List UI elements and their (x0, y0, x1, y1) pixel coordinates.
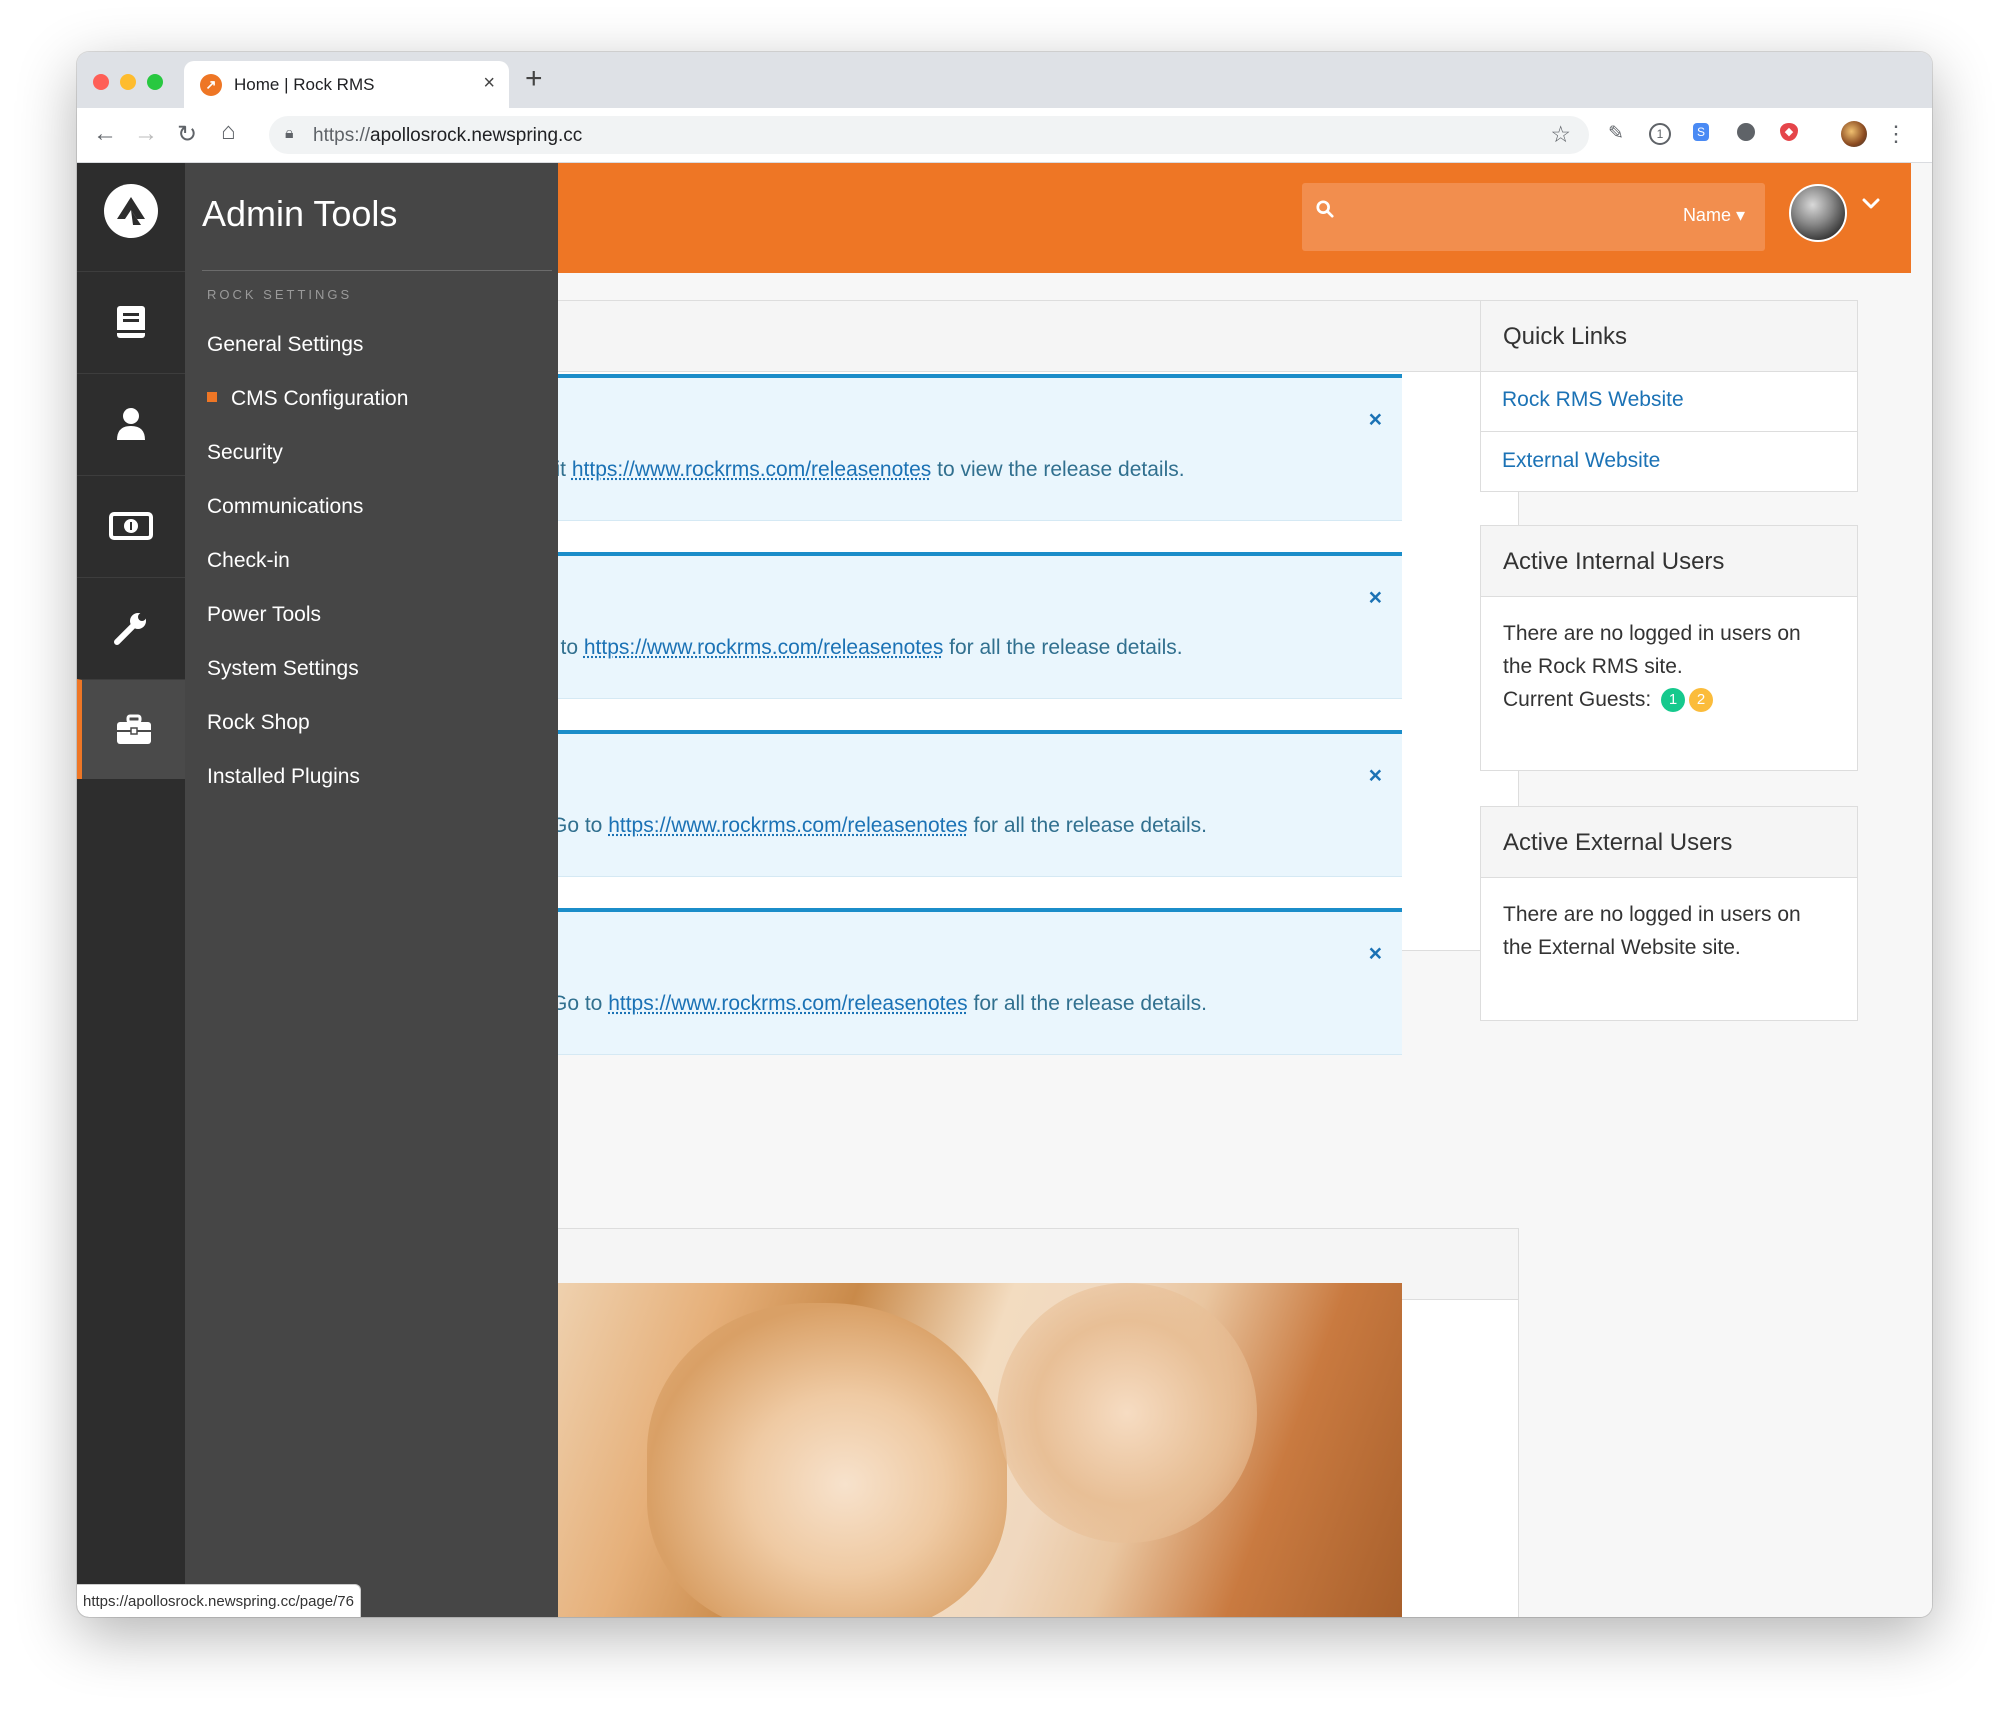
search-type-dropdown[interactable]: Name ▾ (1683, 205, 1745, 226)
bookmark-star-icon[interactable]: ☆ (1550, 121, 1571, 148)
active-internal-users-heading: Active Internal Users (1481, 526, 1857, 597)
alert-message: Go to https://www.rockrms.com/releasenot… (551, 814, 1207, 837)
alert-message: sit https://www.rockrms.com/releasenotes… (545, 458, 1185, 481)
sidebar-item-people[interactable] (77, 373, 185, 474)
search-icon (1316, 200, 1334, 218)
release-alert: × » to https://www.rockrms.com/releaseno… (543, 552, 1402, 699)
quick-links-panel: Quick Links Rock RMS Website External We… (1480, 300, 1858, 492)
guest-count-badge: 1 (1661, 688, 1686, 713)
person-illustration (997, 1283, 1257, 1543)
tab-strip: ↗ Home | Rock RMS × + (77, 52, 1932, 108)
onepassword-extension-icon[interactable]: 1 (1649, 123, 1671, 145)
sidebar-item-finance[interactable] (77, 475, 185, 576)
quick-links-heading: Quick Links (1481, 301, 1857, 372)
quick-link-external[interactable]: External Website (1481, 431, 1857, 490)
rock-logo-icon[interactable] (103, 183, 159, 239)
quick-link-rock-rms[interactable]: Rock RMS Website (1481, 371, 1857, 429)
active-internal-users-panel: Active Internal Users There are no logge… (1480, 525, 1858, 771)
release-notes-link[interactable]: https://www.rockrms.com/releasenotes (572, 458, 931, 481)
sidebar-item-system-settings[interactable]: System Settings (207, 657, 359, 681)
section-label: ROCK SETTINGS (207, 287, 353, 302)
release-notes-link[interactable]: https://www.rockrms.com/releasenotes (608, 814, 967, 837)
lock-icon: 🔒︎ (285, 125, 294, 142)
person-illustration (647, 1303, 1007, 1617)
sidebar-item-installed-plugins[interactable]: Installed Plugins (207, 765, 360, 789)
home-icon[interactable]: ⌂ (221, 118, 236, 146)
release-alert: × Go to https://www.rockrms.com/releasen… (547, 908, 1402, 1055)
sidebar-icon-bar (77, 163, 185, 1617)
maximize-window-button[interactable] (147, 74, 163, 90)
sidebar-item-rock-shop[interactable]: Rock Shop (207, 711, 310, 735)
search-input[interactable]: Name ▾ (1302, 183, 1765, 251)
avatar[interactable] (1789, 184, 1847, 242)
wrench-icon (114, 613, 146, 645)
sidebar-item-general-settings[interactable]: General Settings (207, 333, 363, 357)
sidebar-item-communications[interactable]: Communications (207, 495, 363, 519)
sidebar-item-power-tools[interactable]: Power Tools (207, 603, 321, 627)
sidebar-item-admin-tools[interactable] (77, 679, 185, 779)
close-icon[interactable]: × (1369, 406, 1382, 433)
flyout-divider (202, 270, 552, 271)
s-extension-icon[interactable]: S (1693, 123, 1709, 141)
flyout-title: Admin Tools (202, 193, 398, 234)
browser-toolbar: ← → ↻ ⌂ 🔒︎ https://apollosrock.newspring… (77, 108, 1932, 163)
status-bar-url: https://apollosrock.newspring.cc/page/76 (77, 1584, 361, 1617)
briefcase-icon (116, 714, 151, 744)
book-icon (117, 306, 145, 338)
shield-extension-icon[interactable]: ◆ (1780, 123, 1798, 141)
sidebar-item-security[interactable]: Security (207, 441, 283, 465)
alert-message: » to https://www.rockrms.com/releasenote… (543, 636, 1183, 659)
hero-image (547, 1283, 1402, 1617)
circle-extension-icon[interactable] (1737, 123, 1755, 141)
sidebar-item-check-in[interactable]: Check-in (207, 549, 290, 573)
chevron-down-icon[interactable] (1860, 193, 1882, 215)
sidebar-item-tools[interactable] (77, 577, 185, 678)
forward-icon[interactable]: → (134, 120, 158, 148)
menu-icon[interactable]: ⋮ (1885, 123, 1907, 145)
close-icon[interactable]: × (1369, 940, 1382, 967)
release-alert: × Go to https://www.rockrms.com/releasen… (547, 730, 1402, 877)
tab-home[interactable]: ↗ Home | Rock RMS × (184, 61, 509, 108)
main-panel-heading (548, 301, 1518, 372)
close-icon[interactable]: × (1369, 584, 1382, 611)
close-window-button[interactable] (93, 74, 109, 90)
admin-tools-flyout: Admin Tools ROCK SETTINGS General Settin… (185, 163, 558, 1617)
release-alert: × sit https://www.rockrms.com/releasenot… (545, 374, 1402, 521)
pin-extension-icon[interactable]: ✎ (1605, 123, 1627, 145)
profile-avatar-icon[interactable] (1841, 121, 1867, 147)
person-icon (117, 408, 145, 440)
money-icon (109, 512, 153, 540)
active-external-users-heading: Active External Users (1481, 807, 1857, 878)
external-users-message: There are no logged in users on the Exte… (1503, 903, 1801, 959)
release-notes-link[interactable]: https://www.rockrms.com/releasenotes (584, 636, 943, 659)
rock-logo-icon: ↗ (200, 74, 222, 96)
minimize-window-button[interactable] (120, 74, 136, 90)
browser-window: ↗ Home | Rock RMS × + ← → ↻ ⌂ 🔒︎ https:/… (77, 52, 1932, 1617)
url-text: https://apollosrock.newspring.cc (313, 125, 583, 146)
active-indicator (207, 392, 217, 403)
reload-icon[interactable]: ↻ (177, 120, 197, 149)
sidebar-item-pages[interactable] (77, 271, 185, 372)
page-content: Name ▾ × sit https://www.rockrms.com/rel… (77, 163, 1932, 1617)
back-icon[interactable]: ← (93, 120, 117, 148)
release-notes-link[interactable]: https://www.rockrms.com/releasenotes (608, 992, 967, 1015)
internal-users-message: There are no logged in users on the Rock… (1503, 622, 1801, 678)
address-bar[interactable]: 🔒︎ https://apollosrock.newspring.cc ☆ (269, 116, 1589, 154)
close-tab-icon[interactable]: × (483, 72, 495, 95)
close-icon[interactable]: × (1369, 762, 1382, 789)
active-external-users-panel: Active External Users There are no logge… (1480, 806, 1858, 1021)
sidebar-item-cms-configuration[interactable]: CMS Configuration (207, 387, 408, 411)
new-tab-button[interactable]: + (525, 62, 543, 96)
tab-title: Home | Rock RMS (234, 75, 375, 94)
current-guests: Current Guests: 12 (1503, 683, 1714, 716)
guest-count-badge: 2 (1689, 688, 1714, 713)
alert-message: Go to https://www.rockrms.com/releasenot… (551, 992, 1207, 1015)
